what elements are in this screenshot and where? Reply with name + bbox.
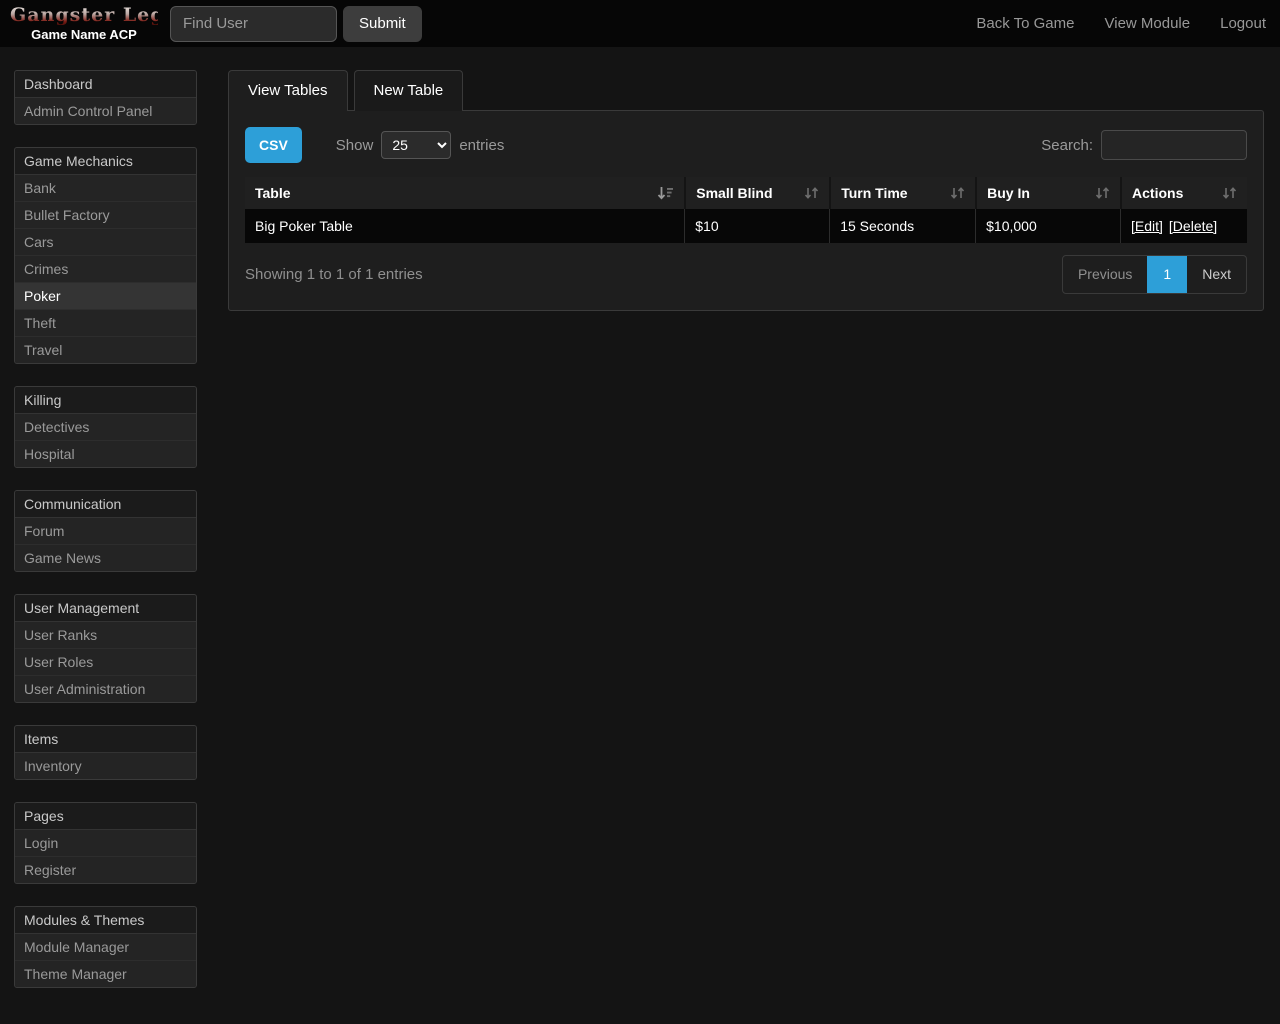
table-row: Big Poker Table $10 15 Seconds $10,000 [… [245,209,1247,243]
sidebar-title-dashboard: Dashboard [15,71,196,98]
table-header-row: Table [245,177,1247,209]
sort-both-icon [804,186,819,200]
delete-link[interactable]: [Delete] [1169,218,1217,234]
search-label: Search: [1041,137,1093,154]
sort-both-icon [950,186,965,200]
sidebar-item-bullet-factory[interactable]: Bullet Factory [15,202,196,229]
col-header-buy-in-label: Buy In [987,185,1030,201]
sidebar-item-admin-control-panel[interactable]: Admin Control Panel [15,98,196,124]
sidebar-item-theme-manager[interactable]: Theme Manager [15,961,196,987]
sidebar-section-communication: Communication Forum Game News [14,490,197,572]
sidebar-item-game-news[interactable]: Game News [15,545,196,571]
col-header-actions[interactable]: Actions [1120,177,1247,209]
col-header-buy-in[interactable]: Buy In [975,177,1120,209]
sidebar-item-forum[interactable]: Forum [15,518,196,545]
cell-table-name: Big Poker Table [245,209,684,243]
entries-label: entries [459,137,504,154]
sort-both-icon [1222,186,1237,200]
sidebar-title-items: Items [15,726,196,753]
sidebar-item-travel[interactable]: Travel [15,337,196,363]
pagination: Previous 1 Next [1062,255,1247,294]
sidebar-title-game-mechanics: Game Mechanics [15,148,196,175]
sidebar-title-user-management: User Management [15,595,196,622]
tables-panel: CSV Show 25 entries Search: [228,110,1264,311]
table-toolbar: CSV Show 25 entries Search: [245,127,1247,163]
tab-bar: View Tables New Table [228,70,1264,111]
sidebar-item-detectives[interactable]: Detectives [15,414,196,441]
sidebar-item-crimes[interactable]: Crimes [15,256,196,283]
top-bar: Gangster Legends Game Name ACP Submit Ba… [0,0,1280,47]
sidebar-item-hospital[interactable]: Hospital [15,441,196,467]
sidebar: Dashboard Admin Control Panel Game Mecha… [14,70,197,1010]
search-group: Search: [1041,130,1247,160]
edit-link[interactable]: [Edit] [1131,218,1163,234]
col-header-actions-label: Actions [1132,185,1183,201]
csv-export-button[interactable]: CSV [245,127,302,163]
col-header-table-label: Table [255,185,291,201]
top-nav: Back To Game View Module Logout [946,15,1280,32]
cell-actions: [Edit] [Delete] [1120,209,1247,243]
sidebar-item-theft[interactable]: Theft [15,310,196,337]
sidebar-item-login[interactable]: Login [15,830,196,857]
previous-page-button[interactable]: Previous [1063,256,1147,293]
find-user-input[interactable] [170,6,337,42]
sidebar-title-pages: Pages [15,803,196,830]
sidebar-item-module-manager[interactable]: Module Manager [15,934,196,961]
sidebar-section-items: Items Inventory [14,725,197,780]
cell-turn-time: 15 Seconds [829,209,975,243]
logo-subtitle: Game Name ACP [10,27,158,42]
col-header-turn-time-label: Turn Time [841,185,907,201]
col-header-table[interactable]: Table [245,177,684,209]
sidebar-item-bank[interactable]: Bank [15,175,196,202]
page-size-group: Show 25 entries [336,131,505,159]
table-footer: Showing 1 to 1 of 1 entries Previous 1 N… [245,255,1247,294]
sort-both-icon [1095,186,1110,200]
poker-tables-table: Table [245,177,1247,243]
col-header-small-blind[interactable]: Small Blind [684,177,829,209]
nav-logout[interactable]: Logout [1220,15,1266,32]
sidebar-section-modules-themes: Modules & Themes Module Manager Theme Ma… [14,906,197,988]
entries-summary: Showing 1 to 1 of 1 entries [245,266,423,283]
sidebar-section-user-management: User Management User Ranks User Roles Us… [14,594,197,703]
sidebar-item-user-administration[interactable]: User Administration [15,676,196,702]
sidebar-section-pages: Pages Login Register [14,802,197,884]
page-1-button[interactable]: 1 [1147,256,1187,293]
sidebar-item-user-ranks[interactable]: User Ranks [15,622,196,649]
next-page-button[interactable]: Next [1187,256,1246,293]
sort-amount-icon [657,186,674,201]
col-header-small-blind-label: Small Blind [696,185,772,201]
app-logo: Gangster Legends Game Name ACP [0,5,158,42]
sidebar-section-dashboard: Dashboard Admin Control Panel [14,70,197,125]
nav-back-to-game[interactable]: Back To Game [976,15,1074,32]
submit-button[interactable]: Submit [343,6,422,42]
show-label: Show [336,137,374,154]
cell-small-blind: $10 [684,209,829,243]
sidebar-title-communication: Communication [15,491,196,518]
page-size-select[interactable]: 25 [381,131,451,159]
cell-buy-in: $10,000 [975,209,1120,243]
sidebar-item-cars[interactable]: Cars [15,229,196,256]
nav-view-module[interactable]: View Module [1105,15,1191,32]
search-input[interactable] [1101,130,1247,160]
sidebar-item-inventory[interactable]: Inventory [15,753,196,779]
sidebar-item-poker[interactable]: Poker [15,283,196,310]
sidebar-title-modules-themes: Modules & Themes [15,907,196,934]
sidebar-title-killing: Killing [15,387,196,414]
tab-view-tables[interactable]: View Tables [228,70,348,111]
col-header-turn-time[interactable]: Turn Time [829,177,975,209]
logo-title: Gangster Legends [10,5,158,25]
tab-new-table[interactable]: New Table [354,70,464,111]
sidebar-item-register[interactable]: Register [15,857,196,883]
sidebar-section-killing: Killing Detectives Hospital [14,386,197,468]
sidebar-section-game-mechanics: Game Mechanics Bank Bullet Factory Cars … [14,147,197,364]
main-content: View Tables New Table CSV Show 25 entrie… [228,70,1264,311]
sidebar-item-user-roles[interactable]: User Roles [15,649,196,676]
